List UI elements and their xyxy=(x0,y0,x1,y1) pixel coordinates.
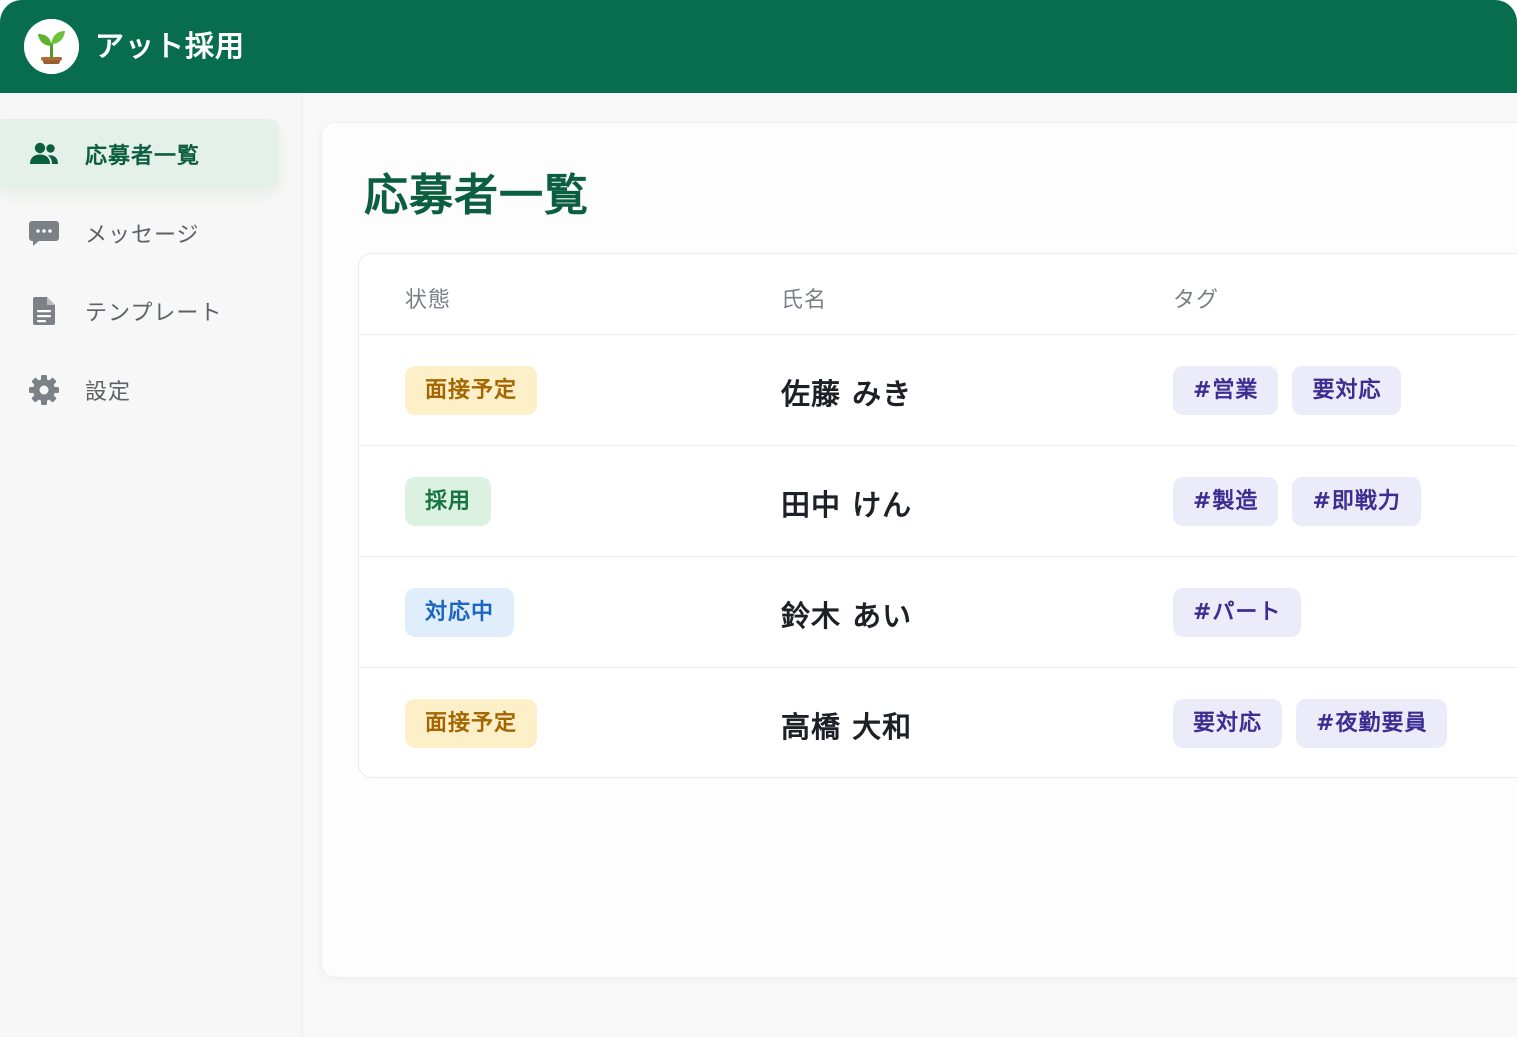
status-badge: 面接予定 xyxy=(405,699,538,748)
status-badge: 面接予定 xyxy=(405,366,538,415)
applicants-table: 状態 氏名 タグ 面接予定 佐藤 みき #営業 要対応 採用 田中 けん #製造… xyxy=(358,253,1517,778)
tag-chip[interactable]: #パート xyxy=(1173,588,1302,637)
sidebar: 応募者一覧 メッセージ テンプレート 設定 xyxy=(0,93,303,1037)
table-row[interactable]: 対応中 鈴木 あい #パート xyxy=(359,557,1517,668)
sidebar-item-applicants[interactable]: 応募者一覧 xyxy=(0,119,279,189)
sidebar-item-label: メッセージ xyxy=(85,223,200,248)
column-header-name[interactable]: 氏名 xyxy=(781,282,827,314)
sidebar-item-label: テンプレート xyxy=(85,301,223,326)
seedling-icon[interactable] xyxy=(24,19,79,74)
document-icon xyxy=(27,294,61,328)
sidebar-item-label: 応募者一覧 xyxy=(85,144,201,169)
applicant-name[interactable]: 鈴木 あい xyxy=(781,593,912,635)
main-content: 応募者一覧 状態 氏名 タグ 面接予定 佐藤 みき #営業 要対応 採用 田中 … xyxy=(303,93,1517,1037)
sidebar-item-settings[interactable]: 設定 xyxy=(0,355,279,425)
tag-list: #営業 要対応 xyxy=(1173,366,1402,415)
tag-list: 要対応 #夜勤要員 xyxy=(1173,699,1448,748)
tag-chip[interactable]: #製造 xyxy=(1173,477,1279,526)
table-row[interactable]: 面接予定 高橋 大和 要対応 #夜勤要員 xyxy=(359,668,1517,779)
column-header-status[interactable]: 状態 xyxy=(405,282,451,314)
status-badge: 対応中 xyxy=(405,588,515,637)
column-header-tags[interactable]: タグ xyxy=(1173,282,1219,314)
applicants-card: 応募者一覧 状態 氏名 タグ 面接予定 佐藤 みき #営業 要対応 採用 田中 … xyxy=(321,122,1517,978)
app-window: アット採用 応募者一覧 メッセージ テンプレート 設定 応募者一覧 状態 氏名 … xyxy=(0,0,1517,1037)
tag-chip[interactable]: #即戦力 xyxy=(1292,477,1421,526)
chat-bubble-icon xyxy=(27,216,61,250)
app-title: アット採用 xyxy=(95,29,246,63)
table-row[interactable]: 面接予定 佐藤 みき #営業 要対応 xyxy=(359,335,1517,446)
sidebar-item-label: 設定 xyxy=(85,380,132,405)
app-header: アット採用 xyxy=(0,0,1517,93)
tag-chip[interactable]: 要対応 xyxy=(1173,699,1283,748)
sidebar-item-templates[interactable]: テンプレート xyxy=(0,276,279,346)
table-row[interactable]: 採用 田中 けん #製造 #即戦力 xyxy=(359,446,1517,557)
status-badge: 採用 xyxy=(405,477,492,526)
sidebar-item-messages[interactable]: メッセージ xyxy=(0,198,279,268)
applicant-name[interactable]: 佐藤 みき xyxy=(781,371,912,413)
gear-icon xyxy=(27,373,61,407)
tag-list: #パート xyxy=(1173,588,1302,637)
users-icon xyxy=(27,137,61,171)
applicant-name[interactable]: 田中 けん xyxy=(781,482,912,524)
page-title: 応募者一覧 xyxy=(364,170,589,221)
tag-chip[interactable]: #営業 xyxy=(1173,366,1279,415)
applicant-name[interactable]: 高橋 大和 xyxy=(781,704,912,746)
tag-chip[interactable]: #夜勤要員 xyxy=(1296,699,1448,748)
tag-chip[interactable]: 要対応 xyxy=(1292,366,1402,415)
tag-list: #製造 #即戦力 xyxy=(1173,477,1421,526)
